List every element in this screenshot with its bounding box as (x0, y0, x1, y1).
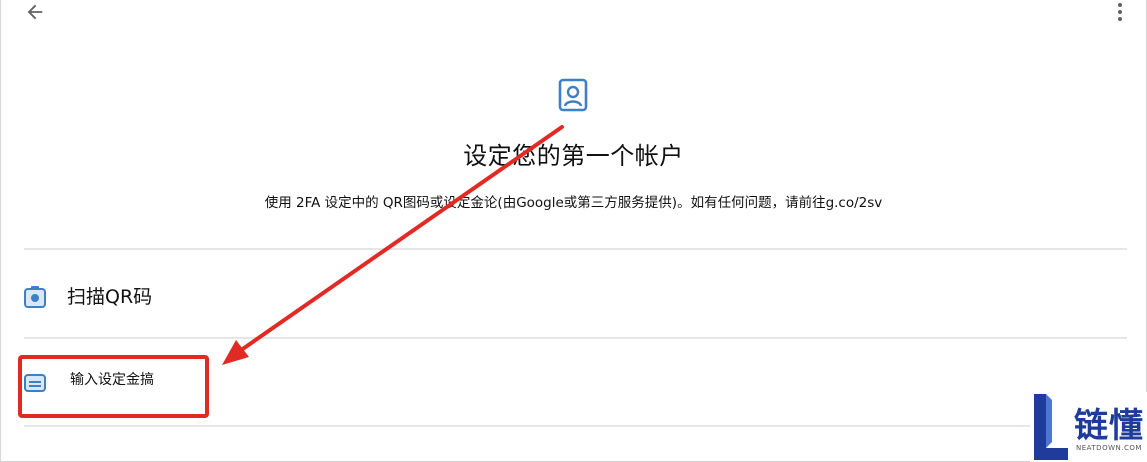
scan-qr-label: 扫描QR码 (67, 286, 153, 308)
watermark-brand: 链懂 (1074, 406, 1144, 446)
page-description: 使用 2FA 设定中的 QR图码或设定金论(由Google或第三方服务提供)。如… (264, 195, 883, 211)
arrow-left-icon (27, 4, 43, 20)
more-vert-icon (1118, 3, 1122, 21)
back-button[interactable] (22, 0, 48, 24)
camera-icon (24, 285, 46, 309)
scan-qr-option[interactable]: 扫描QR码 (24, 268, 1127, 324)
account-box-icon (557, 78, 591, 112)
watermark: 链懂 NEATDOWN.COM (1030, 392, 1147, 462)
watermark-domain: NEATDOWN.COM (1076, 444, 1142, 452)
divider (24, 425, 1127, 427)
watermark-logo-icon (1034, 394, 1068, 460)
more-options-button[interactable] (1110, 0, 1130, 26)
page-title: 设定您的第一个帐户 (463, 142, 684, 170)
divider (24, 248, 1127, 250)
divider (24, 337, 1127, 339)
highlight-box (18, 355, 209, 418)
